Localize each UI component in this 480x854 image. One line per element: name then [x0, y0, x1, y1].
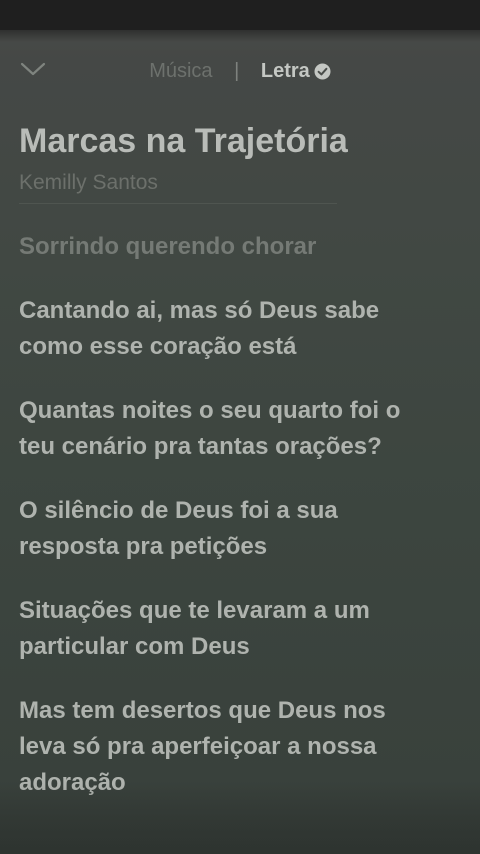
tab-lyrics[interactable]: Letra	[261, 59, 331, 83]
lyrics-list: Sorrindo querendo chorar Cantando ai, ma…	[19, 229, 469, 829]
divider	[19, 203, 337, 204]
player-header: Música | Letra	[0, 48, 480, 92]
tab-music[interactable]: Música	[149, 59, 212, 83]
check-circle-icon	[314, 62, 331, 80]
tab-bar: Música | Letra	[0, 58, 480, 83]
status-bar	[0, 0, 480, 30]
tab-separator: |	[234, 59, 240, 82]
top-shadow	[0, 30, 480, 42]
lyric-line[interactable]: Cantando ai, mas só Deus sabe como esse …	[19, 293, 469, 365]
lyrics-screen: Música | Letra Marcas na Trajetória Kemi…	[0, 0, 480, 854]
song-title: Marcas na Trajetória	[19, 122, 348, 160]
tab-lyrics-label: Letra	[260, 59, 310, 82]
lyric-line[interactable]: Quantas noites o seu quarto foi o teu ce…	[19, 393, 469, 465]
artist-name[interactable]: Kemilly Santos	[19, 170, 158, 196]
bottom-shadow	[0, 784, 480, 854]
lyric-line[interactable]: O silêncio de Deus foi a sua resposta pr…	[19, 493, 469, 565]
lyric-line[interactable]: Sorrindo querendo chorar	[19, 229, 469, 265]
lyric-line[interactable]: Situações que te levaram a um particular…	[19, 593, 469, 665]
